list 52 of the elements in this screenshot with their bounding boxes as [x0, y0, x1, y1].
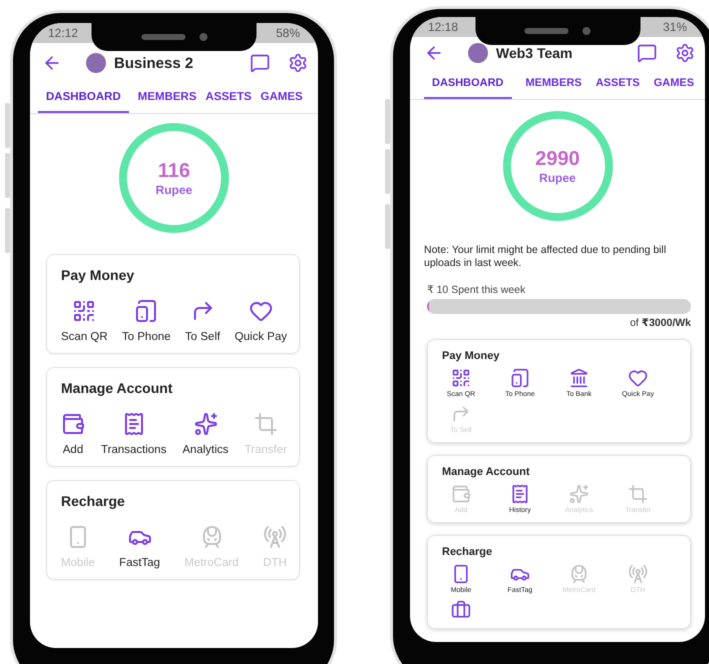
section-title: Recharge	[61, 493, 126, 509]
group-title: Business 2	[114, 54, 194, 72]
action-label[interactable]: To Phone	[122, 331, 171, 343]
battery-level: 58%	[276, 26, 300, 40]
phone-icon[interactable]	[510, 368, 530, 388]
action-label[interactable]: Transactions	[101, 444, 166, 456]
wallet-icon[interactable]	[61, 412, 85, 436]
tab[interactable]: GAMES	[654, 77, 694, 99]
action-label[interactable]: To Self	[185, 331, 220, 343]
balance-unit: Rupee	[539, 170, 576, 184]
action-label[interactable]: Scan QR	[61, 331, 108, 343]
limit-note: Note: Your limit might be affected due to pending bill uploads in last week.	[423, 244, 668, 270]
balance-amount: 2990	[535, 148, 580, 170]
bank-icon[interactable]	[569, 368, 589, 388]
receipt-icon[interactable]	[510, 484, 530, 504]
settings-icon[interactable]	[675, 43, 695, 63]
action-label[interactable]: Quick Pay	[234, 331, 287, 343]
status-time: 12:18	[428, 20, 458, 34]
tab[interactable]: MEMBERS	[526, 77, 582, 99]
tab[interactable]: DASHBOARD	[424, 77, 512, 99]
balance-amount: 116	[158, 160, 190, 182]
tab[interactable]: GAMES	[260, 91, 303, 113]
section-title: Manage Account	[61, 380, 174, 396]
sparkles-icon[interactable]	[194, 412, 218, 436]
limit-total: of ₹3000/Wk	[630, 317, 692, 330]
section-title: Pay Money	[442, 350, 500, 362]
spent-text: ₹ 10 Spent this week	[426, 284, 526, 296]
group-title: Web3 Team	[496, 45, 574, 61]
tab[interactable]: ASSETS	[206, 91, 252, 113]
action-label[interactable]: FastTag	[119, 557, 160, 569]
balance-unit: Rupee	[156, 182, 192, 196]
tab[interactable]: MEMBERS	[138, 91, 197, 113]
status-time: 12:12	[48, 26, 78, 40]
chat-icon[interactable]	[250, 53, 270, 73]
action-label[interactable]: Add	[62, 444, 84, 456]
heart-icon[interactable]	[248, 299, 273, 323]
qr-code-icon[interactable]	[72, 299, 96, 323]
briefcase-icon[interactable]	[451, 600, 471, 620]
heart-icon[interactable]	[628, 368, 648, 388]
group-avatar	[468, 43, 488, 63]
section-title: Pay Money	[61, 267, 136, 283]
settings-icon[interactable]	[288, 53, 308, 73]
group-avatar	[86, 53, 106, 73]
section-title: Recharge	[442, 546, 494, 558]
qr-code-icon[interactable]	[451, 368, 471, 388]
action-label[interactable]: Analytics	[182, 444, 229, 456]
battery-level: 31%	[662, 20, 687, 34]
tab[interactable]: DASHBOARD	[38, 91, 129, 113]
tab[interactable]: ASSETS	[596, 77, 640, 99]
chat-icon[interactable]	[637, 43, 657, 63]
phone-icon[interactable]	[134, 299, 158, 323]
section-title: Manage Account	[442, 466, 531, 478]
